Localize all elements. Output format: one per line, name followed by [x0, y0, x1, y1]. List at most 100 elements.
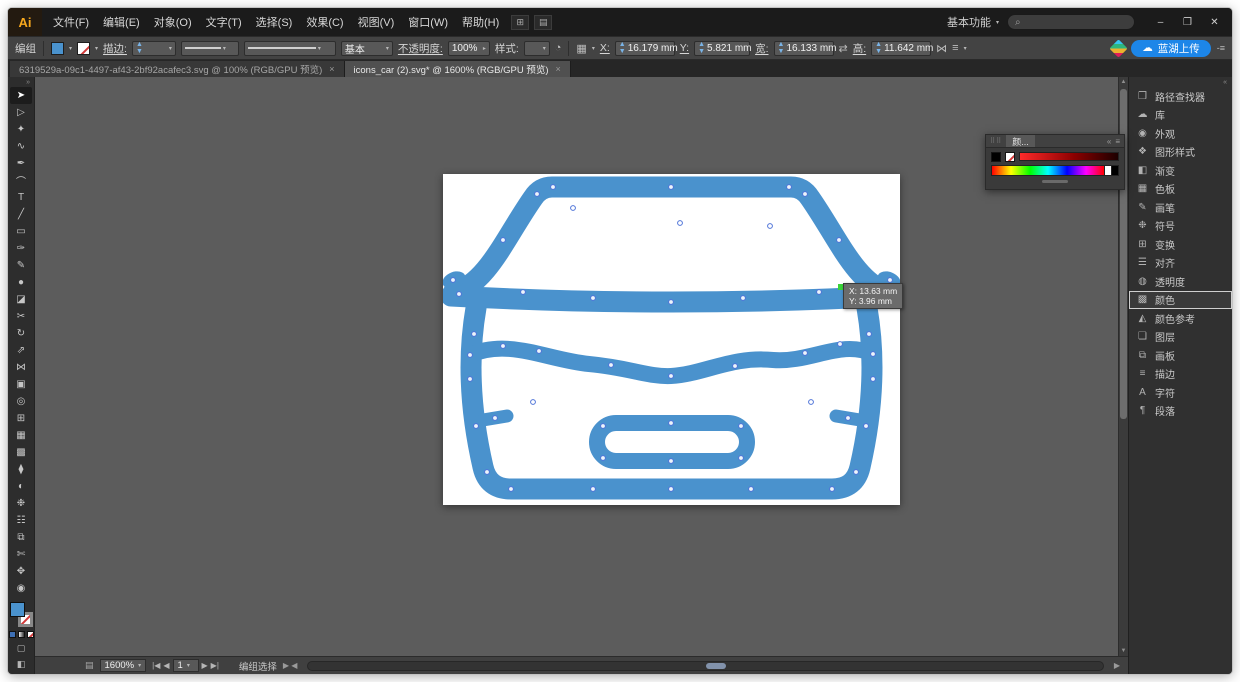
stroke-weight-field[interactable]: ▲▼▾: [132, 41, 176, 56]
menu-item-1[interactable]: 编辑(E): [96, 12, 147, 32]
panel-tab-stroke[interactable]: ≡描边: [1129, 365, 1232, 384]
anchor-point[interactable]: [867, 332, 872, 337]
artboard-tool[interactable]: ⧉: [10, 529, 32, 546]
anchor-point[interactable]: [809, 400, 814, 405]
anchor-point[interactable]: [591, 487, 596, 492]
anchor-point[interactable]: [509, 487, 514, 492]
eyedropper-tool[interactable]: ⧫: [10, 461, 32, 478]
rotate-tool[interactable]: ↻: [10, 325, 32, 342]
panel-tab-transform[interactable]: ⊞变换: [1129, 235, 1232, 254]
magic-wand-tool[interactable]: ✦: [10, 121, 32, 138]
screen-mode-icon[interactable]: ◧: [17, 659, 26, 670]
none-swatch[interactable]: [1005, 152, 1015, 162]
anchor-point[interactable]: [669, 300, 674, 305]
shape-builder-tool[interactable]: ◎: [10, 393, 32, 410]
minimize-button[interactable]: –: [1147, 12, 1174, 32]
stepper-icon[interactable]: ▲▼: [778, 41, 785, 55]
x-field[interactable]: ▲▼16.179 mm: [615, 41, 675, 56]
search-input[interactable]: ⌕: [1007, 14, 1135, 30]
type-tool[interactable]: T: [10, 189, 32, 206]
drag-grip-icon[interactable]: ⠿⠿: [990, 137, 1002, 145]
anchor-point[interactable]: [817, 290, 822, 295]
pencil-tool[interactable]: ✎: [10, 257, 32, 274]
brush-style-dropdown[interactable]: 基本▾: [341, 41, 393, 56]
panel-tab-paragraph[interactable]: ¶段落: [1129, 402, 1232, 421]
chevron-down-icon[interactable]: ▾: [95, 45, 98, 52]
next-artboard-icon[interactable]: ▶: [202, 661, 208, 670]
menu-item-0[interactable]: 文件(F): [46, 12, 96, 32]
arrange-documents-icon[interactable]: ⊞: [511, 15, 529, 30]
menu-item-6[interactable]: 视图(V): [351, 12, 402, 32]
anchor-point[interactable]: [531, 400, 536, 405]
chevron-down-icon[interactable]: ▾: [964, 45, 967, 52]
scissors-tool[interactable]: ✂: [10, 308, 32, 325]
chevron-down-icon[interactable]: ▾: [592, 45, 595, 52]
anchor-point[interactable]: [669, 459, 674, 464]
panel-tab-symbols[interactable]: ❉符号: [1129, 217, 1232, 236]
hand-tool[interactable]: ✥: [10, 563, 32, 580]
y-field[interactable]: ▲▼5.821 mm: [694, 41, 750, 56]
anchor-point[interactable]: [787, 185, 792, 190]
close-button[interactable]: ✕: [1201, 12, 1228, 32]
line-segment-tool[interactable]: ╱: [10, 206, 32, 223]
anchor-point[interactable]: [803, 192, 808, 197]
shear-icon[interactable]: ⋈: [936, 42, 947, 55]
chevron-down-icon[interactable]: ▾: [169, 45, 172, 52]
anchor-point[interactable]: [741, 296, 746, 301]
paintbrush-tool[interactable]: ✑: [10, 240, 32, 257]
anchor-point[interactable]: [846, 416, 851, 421]
panel-tab-layers[interactable]: ❏图层: [1129, 328, 1232, 347]
restore-button[interactable]: ❐: [1174, 12, 1201, 32]
horizontal-scrollbar[interactable]: [307, 661, 1103, 671]
panel-menu-icon[interactable]: ≡: [1115, 137, 1120, 146]
anchor-point[interactable]: [749, 487, 754, 492]
document-tab[interactable]: icons_car (2).svg* @ 1600% (RGB/GPU 预览)×: [345, 61, 571, 77]
anchor-point[interactable]: [854, 470, 859, 475]
scroll-left-icon[interactable]: ▶ ◀: [283, 661, 298, 670]
anchor-point[interactable]: [739, 456, 744, 461]
fill-swatch[interactable]: [10, 602, 25, 617]
selection-tool[interactable]: ➤: [10, 87, 32, 104]
zoom-tool[interactable]: ◉: [10, 580, 32, 597]
constrain-proportions-icon[interactable]: ⇄: [839, 42, 848, 55]
slice-tool[interactable]: ✄: [10, 546, 32, 563]
anchor-point[interactable]: [803, 351, 808, 356]
anchor-point[interactable]: [838, 342, 843, 347]
status-left-icon[interactable]: ▤: [85, 660, 94, 671]
zoom-dropdown[interactable]: 1600% ▾: [100, 659, 147, 672]
none-mode-button[interactable]: [27, 631, 34, 638]
stepper-icon[interactable]: ▲▼: [875, 41, 882, 55]
anchor-point[interactable]: [669, 374, 674, 379]
fill-stroke-control[interactable]: [10, 602, 33, 627]
scale-tool[interactable]: ⇗: [10, 342, 32, 359]
opacity-field[interactable]: 100%▸: [448, 41, 490, 56]
fill-proxy-swatch[interactable]: [991, 152, 1001, 162]
car-icon-artwork[interactable]: [443, 174, 900, 505]
x-label[interactable]: X:: [600, 42, 610, 54]
panel-tab-character[interactable]: A字符: [1129, 383, 1232, 402]
width-label[interactable]: 宽:: [755, 41, 768, 56]
control-menu-icon[interactable]: -≡: [1217, 43, 1225, 53]
anchor-point[interactable]: [768, 224, 773, 229]
symbol-sprayer-tool[interactable]: ❉: [10, 495, 32, 512]
blob-brush-tool[interactable]: ●: [10, 274, 32, 291]
y-label[interactable]: Y:: [680, 42, 689, 54]
artboard[interactable]: [443, 174, 900, 505]
direct-selection-tool[interactable]: ▷: [10, 104, 32, 121]
menu-item-5[interactable]: 效果(C): [299, 12, 350, 32]
tab-close-icon[interactable]: ×: [555, 64, 560, 74]
panel-options-icon[interactable]: ≡: [952, 42, 958, 54]
red-channel-slider[interactable]: [1019, 152, 1119, 161]
canvas[interactable]: X: 13.63 mm Y: 3.96 mm ▲ ▼: [35, 77, 1128, 656]
workspace-switcher[interactable]: 基本功能 ▾: [947, 14, 999, 30]
color-spectrum[interactable]: [991, 165, 1119, 176]
anchor-point[interactable]: [485, 470, 490, 475]
anchor-point[interactable]: [472, 332, 477, 337]
anchor-point[interactable]: [669, 421, 674, 426]
anchor-point[interactable]: [535, 192, 540, 197]
anchor-point[interactable]: [468, 377, 473, 382]
prev-artboard-icon[interactable]: ◀: [163, 661, 169, 670]
upload-button[interactable]: ☁ 蓝湖上传: [1131, 40, 1211, 57]
stepper-icon[interactable]: ▲▼: [619, 41, 626, 55]
anchor-point[interactable]: [493, 416, 498, 421]
